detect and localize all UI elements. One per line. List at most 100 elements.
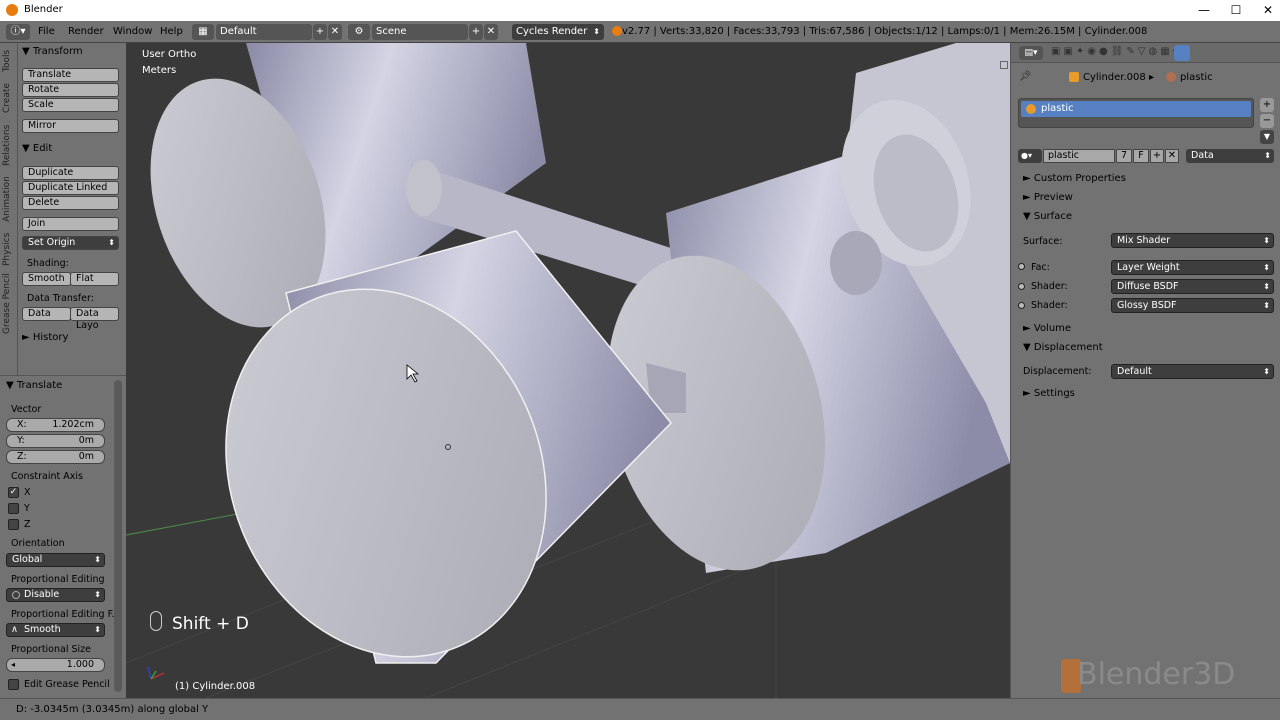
viewport-corner-icon[interactable] — [1000, 61, 1008, 69]
shader1-dropdown[interactable]: Diffuse BSDF ⬍ — [1111, 279, 1274, 294]
shader2-socket-icon[interactable] — [1018, 302, 1025, 309]
material-name-field[interactable]: plastic — [1043, 149, 1115, 163]
edit-panel-header[interactable]: ▼ Edit — [22, 143, 52, 154]
link-dropdown[interactable]: Data ⬍ — [1186, 149, 1274, 163]
translate-button[interactable]: Translate — [22, 68, 119, 82]
operator-panel-header[interactable]: ▼ Translate — [6, 380, 62, 391]
dropdown-arrow-icon: ⬍ — [1263, 301, 1270, 310]
smooth-shading-button[interactable]: Smooth — [22, 272, 71, 286]
surface-shader-dropdown[interactable]: Mix Shader ⬍ — [1111, 233, 1274, 248]
add-slot-button[interactable]: + — [1260, 98, 1274, 112]
tab-create[interactable]: Create — [2, 79, 16, 117]
data-transfer-button[interactable]: Data — [22, 307, 71, 321]
proportional-falloff-dropdown[interactable]: ∧ Smooth ⬍ — [6, 623, 105, 637]
scene-field[interactable]: Scene — [372, 24, 468, 40]
tab-animation[interactable]: Animation — [2, 173, 16, 225]
proportional-editing-dropdown[interactable]: Disable ⬍ — [6, 588, 105, 602]
add-layout-icon[interactable]: + — [313, 24, 327, 40]
editor-type-icon[interactable]: ⓘ▾ — [6, 24, 30, 40]
preview-header[interactable]: ► Preview — [1023, 192, 1073, 203]
orientation-value: Global — [12, 554, 43, 565]
orientation-dropdown[interactable]: Global ⬍ — [6, 553, 105, 567]
shader2-value: Glossy BSDF — [1117, 300, 1177, 311]
material-tab-icon[interactable] — [1174, 45, 1190, 61]
vector-z-field[interactable]: Z: 0m — [6, 450, 105, 464]
volume-header[interactable]: ► Volume — [1023, 323, 1071, 334]
active-object-label: (1) Cylinder.008 — [175, 681, 256, 692]
flat-shading-button[interactable]: Flat — [70, 272, 119, 286]
render-engine-label: Cycles Render — [516, 26, 588, 37]
delete-button[interactable]: Delete — [22, 196, 119, 210]
info-header: ⓘ▾ File Render Window Help ▦ Default + ✕… — [0, 21, 1280, 43]
surface-header[interactable]: ▼ Surface — [1023, 211, 1072, 222]
transform-panel-header[interactable]: ▼ Transform — [22, 46, 83, 57]
add-scene-icon[interactable]: + — [469, 24, 483, 40]
close-button[interactable]: ✕ — [1254, 2, 1280, 18]
screen-layout-field[interactable]: Default — [216, 24, 312, 40]
menu-window[interactable]: Window — [113, 26, 152, 37]
settings-header[interactable]: ► Settings — [1023, 388, 1075, 399]
shaft-end — [406, 160, 442, 216]
edit-grease-pencil-checkbox[interactable] — [8, 679, 19, 690]
material-slot-selected[interactable]: plastic — [1021, 101, 1251, 117]
pin-icon[interactable]: 📌︎ — [1019, 71, 1032, 82]
unlink-material-button[interactable]: ✕ — [1165, 149, 1179, 163]
menu-render[interactable]: Render — [68, 26, 104, 37]
fake-user-button[interactable]: F — [1133, 149, 1149, 163]
tab-grease-pencil[interactable]: Grease Pencil — [2, 273, 16, 335]
watermark-text: Blender3D — [1077, 657, 1236, 692]
dropdown-arrow-icon: ⬍ — [593, 27, 600, 36]
remove-layout-icon[interactable]: ✕ — [328, 24, 342, 40]
mirror-button[interactable]: Mirror — [22, 119, 119, 133]
3d-viewport[interactable]: User Ortho Meters Shift + D (1) Cylinder… — [126, 43, 1010, 698]
scale-button[interactable]: Scale — [22, 98, 119, 112]
tab-relations[interactable]: Relations — [2, 121, 16, 169]
minimize-button[interactable]: — — [1190, 2, 1218, 18]
shader1-socket-icon[interactable] — [1018, 283, 1025, 290]
join-button[interactable]: Join — [22, 217, 119, 231]
tab-tools[interactable]: Tools — [2, 47, 16, 75]
menu-file[interactable]: File — [38, 26, 55, 37]
custom-properties-header[interactable]: ► Custom Properties — [1023, 173, 1126, 184]
fac-input-dropdown[interactable]: Layer Weight ⬍ — [1111, 260, 1274, 275]
mouse-icon — [150, 611, 162, 631]
constraint-y-checkbox[interactable] — [8, 503, 19, 514]
layout-grid-icon[interactable]: ▦ — [192, 24, 214, 40]
unit-system: Meters — [142, 65, 177, 76]
fac-socket-icon[interactable] — [1018, 263, 1025, 270]
tab-physics[interactable]: Physics — [2, 229, 16, 269]
displacement-header[interactable]: ▼ Displacement — [1023, 342, 1103, 353]
editor-type-icon[interactable]: ▤▾ — [1019, 46, 1043, 60]
slot-menu-button[interactable]: ▼ — [1260, 130, 1274, 144]
material-browse-button[interactable]: ●▾ — [1018, 149, 1042, 163]
vector-y-field[interactable]: Y: 0m — [6, 434, 105, 448]
material-slot-list[interactable]: plastic — [1018, 98, 1254, 128]
z-value: 0m — [78, 451, 94, 462]
shortcut-overlay: Shift + D — [172, 614, 249, 634]
constraint-axis-label: Constraint Axis — [11, 471, 83, 482]
remove-slot-button[interactable]: − — [1260, 114, 1274, 128]
shader2-dropdown[interactable]: Glossy BSDF ⬍ — [1111, 298, 1274, 313]
menu-help[interactable]: Help — [160, 26, 183, 37]
set-origin-dropdown[interactable]: Set Origin ⬍ — [22, 236, 119, 250]
duplicate-linked-button[interactable]: Duplicate Linked — [22, 181, 119, 195]
maximize-button[interactable]: ☐ — [1222, 2, 1250, 18]
history-panel-header[interactable]: ► History — [22, 332, 68, 343]
duplicate-button[interactable]: Duplicate — [22, 166, 119, 180]
render-engine-dropdown[interactable]: Cycles Render ⬍ — [512, 24, 604, 40]
constraint-z-checkbox[interactable] — [8, 519, 19, 530]
add-material-button[interactable]: + — [1150, 149, 1164, 163]
material-users-count[interactable]: 7 — [1116, 149, 1132, 163]
proportional-size-field[interactable]: ◂ 1.000 — [6, 658, 105, 672]
view-name: User Ortho — [142, 49, 197, 60]
data-layout-button[interactable]: Data Layo — [70, 307, 119, 331]
operator-scrollbar[interactable] — [114, 380, 122, 692]
x-value: 1.202cm — [52, 419, 94, 430]
scene-icon[interactable]: ⚙ — [348, 24, 370, 40]
context-tab-icons[interactable]: ▣▣✦◉●⛓✎▽◍▦✢ — [1051, 46, 1231, 60]
vector-x-field[interactable]: X: 1.202cm — [6, 418, 105, 432]
rotate-button[interactable]: Rotate — [22, 83, 119, 97]
displacement-dropdown[interactable]: Default ⬍ — [1111, 364, 1274, 379]
constraint-x-checkbox[interactable]: ✓ — [8, 487, 19, 498]
remove-scene-icon[interactable]: ✕ — [484, 24, 498, 40]
